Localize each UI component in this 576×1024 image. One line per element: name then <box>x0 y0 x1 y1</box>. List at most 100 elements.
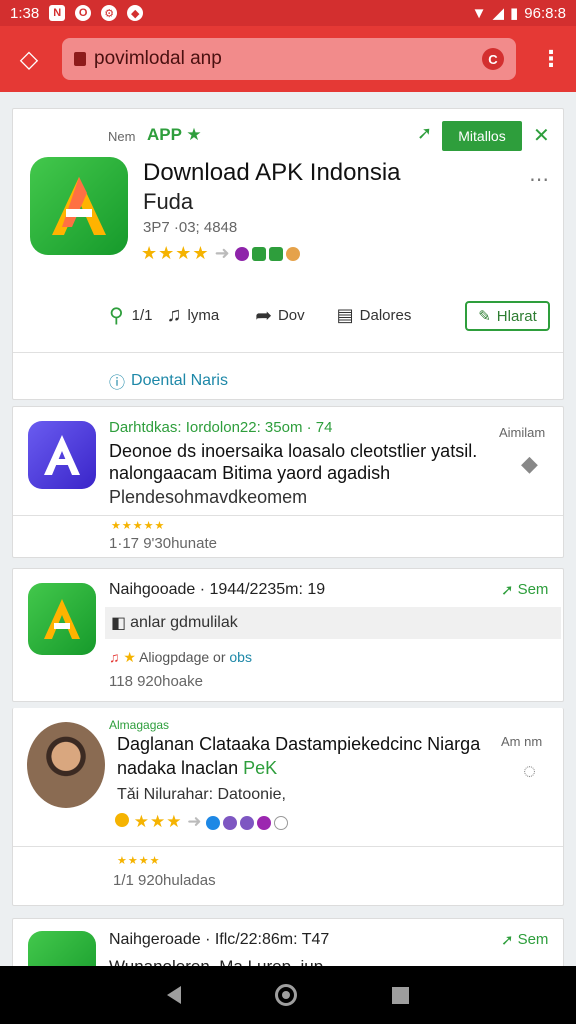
post-body-line1: Wunanoleren. Ma Lurep. iup <box>109 957 323 966</box>
stat-3: Dov <box>277 306 305 324</box>
app-title-line2: Fuda <box>143 189 194 214</box>
signal-icon: ◢ <box>492 5 505 22</box>
post-footer: 118 920hoake <box>109 673 203 690</box>
post-body-line1: Deonoe ds inoersaika loasalo cleotstlier… <box>109 441 478 461</box>
pencil-icon: ✎ <box>478 308 491 325</box>
post-mini-stars: ★★★★ <box>117 855 161 867</box>
reload-icon[interactable]: C <box>482 48 504 70</box>
badge-row <box>206 815 289 830</box>
quote-box: ◧ anlar gdmulilak <box>105 607 561 639</box>
post-footer: 1/1 920huladas <box>113 872 216 889</box>
clock: 1:38 <box>10 4 40 22</box>
share-icon: ➦ <box>255 304 272 327</box>
notification-n-icon: N <box>49 5 66 21</box>
install-button[interactable]: Mitallos <box>442 121 522 151</box>
app-meta: 3P7 ·03; 4848 <box>143 219 238 236</box>
post-card: Naihgooade · 1944/2235m: 19 ➚ Sem ◧ anla… <box>12 568 564 702</box>
post-body-line2-text: nadaka lnaclan <box>117 758 239 778</box>
quote-icon: ◧ <box>111 615 127 632</box>
post-avatar-icon[interactable] <box>28 931 96 966</box>
badge-icon <box>206 815 221 830</box>
post-card: Almagagas Am nm Daglanan Clataaka Dastam… <box>12 708 564 906</box>
star-icon: ★ <box>123 649 136 665</box>
home-circle-icon[interactable] <box>275 984 298 1006</box>
post-card: Naihgeroade · Iflc/22:86m: T47 ➚ Sem Wun… <box>12 918 564 966</box>
post-body-line3: Plendesohmavdkeomem <box>109 487 308 507</box>
badge-row <box>234 247 300 262</box>
post-footer: 1·17 9'30hunate <box>109 535 217 552</box>
home-icon[interactable]: ◇ <box>14 44 44 74</box>
app-logo-icon <box>52 177 106 235</box>
download-link-label: Doental Naris <box>131 372 228 389</box>
action-button[interactable]: ✎ Hlarat <box>465 301 550 331</box>
location-icon: ⚲ <box>109 304 124 327</box>
badge-icon <box>234 247 249 262</box>
clipboard-icon: ▤ <box>336 304 354 325</box>
status-bar: 1:38 N O ⚙ ◆ ▼ ◢ ▮ 96:8:8 <box>0 0 576 26</box>
app-card: Nem APP ★ ➚ Mitallos ✕ ⋯ Download APK In… <box>12 108 564 400</box>
music-icon: ♫ <box>109 649 120 665</box>
system-navigation-bar <box>0 966 576 1024</box>
post-body-line2: nalongaacam Bitima yaord agadish <box>109 463 391 483</box>
post-row-link[interactable]: obs <box>229 649 252 665</box>
stat-2: lyma <box>187 306 220 324</box>
browser-toolbar: ◇ povimlodal anp C ⋮ <box>0 26 576 92</box>
send-button[interactable]: ➚ Sem <box>501 931 548 949</box>
post-body-line1: Daglanan Clataaka Dastampiekedcinc Niarg… <box>117 734 481 754</box>
post-row: ♫ ★ Aliogpdage or obs <box>109 649 252 666</box>
post-side-label: Aimilam <box>499 425 546 440</box>
post-avatar-icon[interactable] <box>28 421 96 489</box>
overflow-menu-icon[interactable]: ⋮ <box>540 48 562 70</box>
badge-icon <box>257 815 272 830</box>
send-label: Sem <box>517 931 549 948</box>
badge-icon <box>274 815 289 830</box>
post-header: Naihgeroade · Iflc/22:86m: T47 <box>109 931 330 948</box>
close-icon[interactable]: ✕ <box>533 123 550 148</box>
lock-icon <box>74 52 86 66</box>
address-bar[interactable]: povimlodal anp C <box>62 38 516 80</box>
app-icon[interactable] <box>30 157 128 255</box>
arrow-icon: ➜ <box>187 812 202 831</box>
user-avatar[interactable] <box>27 722 105 808</box>
url-text: povimlodal anp <box>94 48 222 69</box>
send-label: Sem <box>517 581 549 598</box>
meta-prefix: Nem <box>108 129 136 144</box>
rating-row: ★★★★ ➜ <box>141 243 300 264</box>
post-header: Naihgooade · 1944/2235m: 19 <box>109 581 326 598</box>
stat-4: Dalores <box>359 306 412 324</box>
quote-text: anlar gdmulilak <box>130 614 238 631</box>
a-logo-icon <box>44 435 80 475</box>
back-icon[interactable] <box>167 986 182 1004</box>
send-icon: ➚ <box>501 932 514 949</box>
more-icon[interactable]: ⋯ <box>529 167 549 192</box>
battery-icon: ▮ <box>510 5 519 22</box>
info-icon: ⓘ <box>109 375 126 392</box>
notification-settings-icon: ⚙ <box>101 5 118 21</box>
app-title-line1: Download APK Indonsia <box>143 159 401 186</box>
post-tag: Almagagas <box>109 718 170 732</box>
app-label: APP ★ <box>147 125 202 144</box>
app-logo-icon <box>44 599 80 639</box>
post-row-text: Aliogpdage or <box>139 649 226 665</box>
post-header: Darhtdkas: Iordolon22: 35om · 74 <box>109 419 333 436</box>
wifi-icon: ▼ <box>471 4 487 22</box>
battery-text: 96:8:8 <box>524 4 566 22</box>
comment-icon[interactable]: ◌ <box>523 758 536 784</box>
download-link[interactable]: ⓘ Doental Naris <box>109 369 228 393</box>
badge-icon <box>251 247 266 262</box>
post-rating-stars: ★★★ <box>133 812 183 831</box>
badge-icon <box>268 247 283 262</box>
post-side-label: Am nm <box>501 734 543 749</box>
post-mini-stars: ★★★★★ <box>111 520 166 532</box>
post-body-highlight: PeK <box>243 758 278 778</box>
send-button[interactable]: ➚ Sem <box>501 581 548 599</box>
feed: Nem APP ★ ➚ Mitallos ✕ ⋯ Download APK In… <box>0 92 576 966</box>
recent-apps-icon[interactable] <box>391 986 409 1004</box>
share-arrow-icon[interactable]: ➚ <box>417 123 432 144</box>
tag-icon[interactable]: ◆ <box>521 451 538 477</box>
post-rating-row: ★★★ ➜ <box>115 812 289 832</box>
arrow-icon: ➜ <box>214 243 230 263</box>
rating-stars: ★★★★ <box>141 243 210 263</box>
notification-app-icon: ◆ <box>127 5 144 21</box>
post-avatar-icon[interactable] <box>28 583 96 655</box>
